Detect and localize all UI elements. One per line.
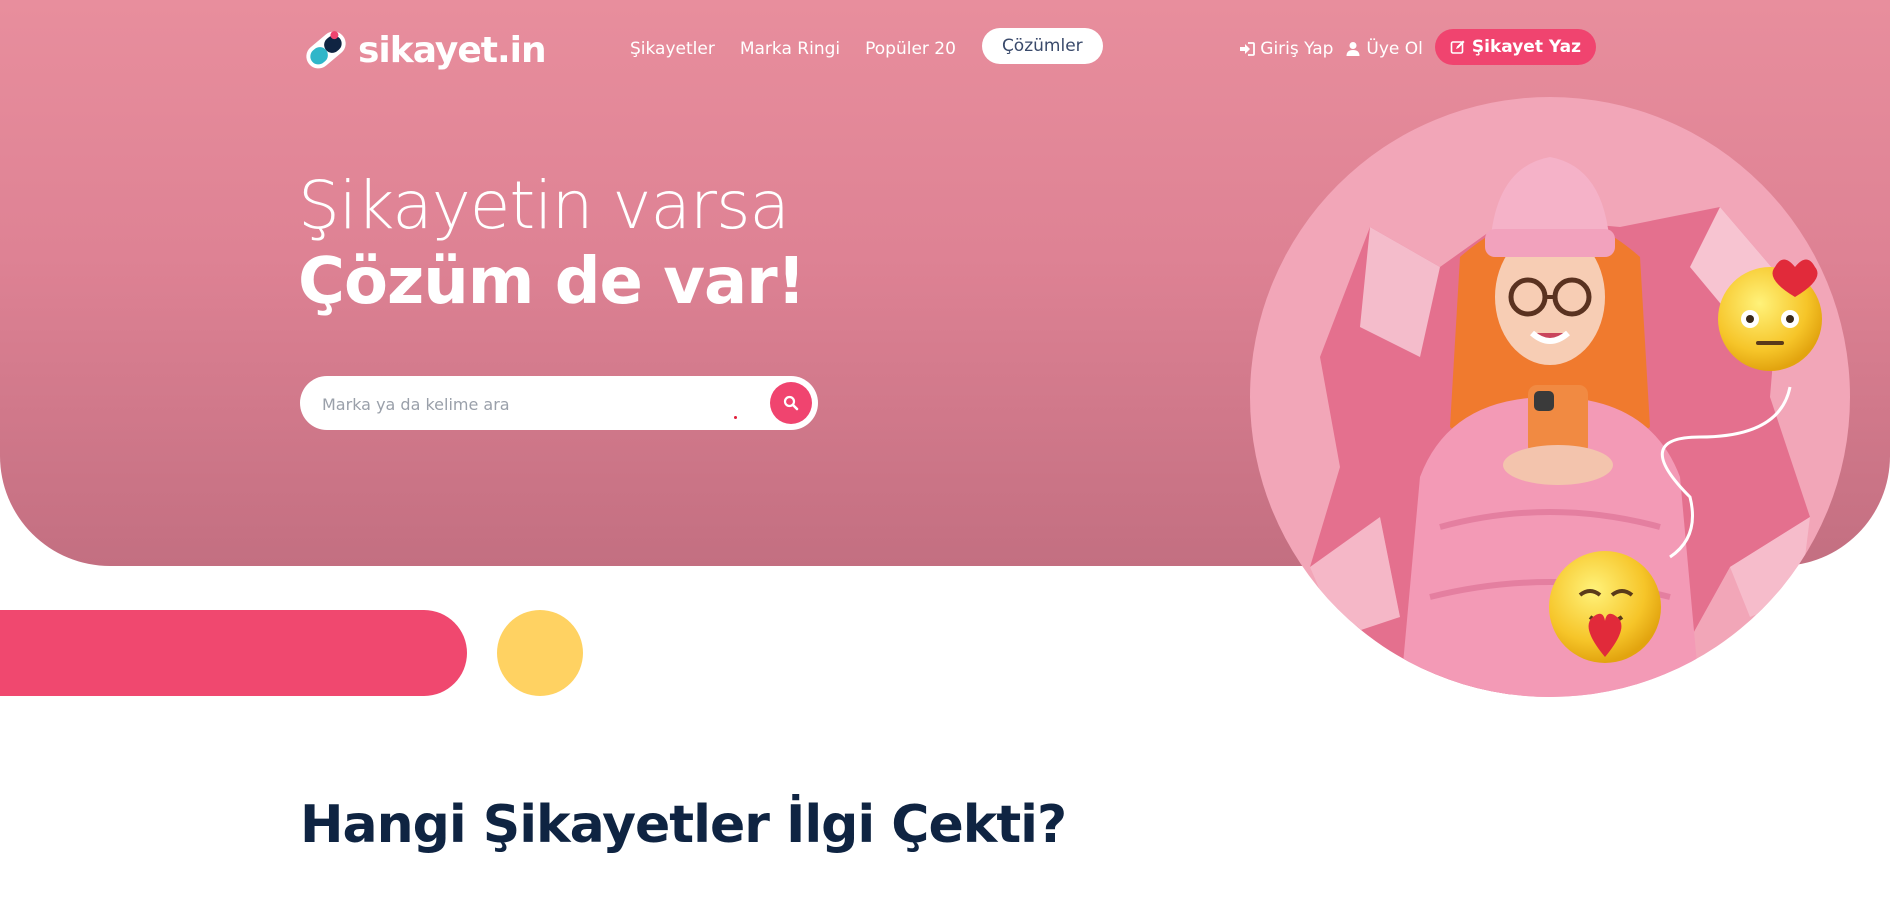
user-icon: [1346, 42, 1360, 56]
search-input[interactable]: [320, 376, 744, 432]
hero-headline-light: Şikayetin varsa: [298, 167, 790, 244]
hero-image: [1250, 97, 1850, 697]
logo-pill-icon: [306, 31, 346, 69]
login-label: Giriş Yap: [1260, 39, 1334, 59]
decorative-circle: [497, 610, 583, 696]
section-title: Hangi Şikayetler İlgi Çekti?: [300, 795, 1067, 855]
nav-item-brand-ring[interactable]: Marka Ringi: [740, 39, 840, 59]
page: sikayet.in Şikayetler Marka Ringi Popüle…: [0, 0, 1890, 902]
cursor-dot: [734, 416, 737, 419]
hero-headline-bold: Çözüm de var!: [298, 245, 806, 319]
main-nav: Şikayetler Marka Ringi Popüler 20 Çözüml…: [630, 28, 1103, 64]
write-complaint-label: Şikayet Yaz: [1471, 37, 1581, 57]
search-icon: [783, 395, 799, 411]
search-bar: [300, 376, 818, 432]
edit-icon: [1450, 40, 1465, 54]
write-complaint-button[interactable]: Şikayet Yaz: [1434, 29, 1596, 65]
register-link[interactable]: Üye Ol: [1345, 39, 1423, 59]
logo[interactable]: sikayet.in: [300, 24, 547, 76]
logo-text: sikayet.in: [358, 29, 547, 71]
auth-actions: Giriş Yap Üye Ol Şikayet Yaz: [1239, 29, 1596, 65]
login-link[interactable]: Giriş Yap: [1239, 39, 1333, 59]
decorative-bar: [0, 610, 467, 696]
sign-in-icon: [1240, 42, 1256, 56]
hug-emoji-icon: [1549, 551, 1661, 663]
nav-item-popular-20[interactable]: Popüler 20: [865, 39, 956, 59]
nav-item-complaints[interactable]: Şikayetler: [630, 39, 715, 59]
search-button[interactable]: [770, 382, 812, 424]
solutions-button[interactable]: Çözümler: [981, 28, 1103, 64]
register-label: Üye Ol: [1366, 39, 1423, 59]
